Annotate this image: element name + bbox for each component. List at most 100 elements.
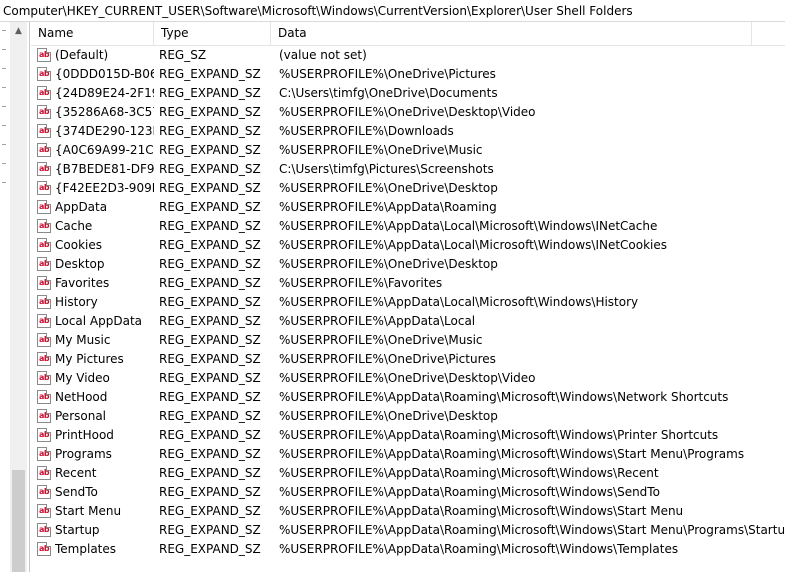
table-row[interactable]: ab Templates REG_EXPAND_SZ %USERPROFILE%\Ap…	[31, 540, 785, 559]
table-row[interactable]: ab Local AppData REG_EXPAND_SZ %USERPROFILE…	[31, 312, 785, 331]
value-type: REG_EXPAND_SZ	[159, 238, 261, 252]
string-value-icon: ab	[37, 257, 51, 271]
value-data: %USERPROFILE%\Downloads	[279, 124, 454, 138]
table-row[interactable]: ab Cache REG_EXPAND_SZ %USERPROFILE%\AppDat…	[31, 217, 785, 236]
tree-connector-lines	[0, 22, 10, 572]
table-row[interactable]: ab My Video REG_EXPAND_SZ %USERPROFILE%\One…	[31, 369, 785, 388]
string-value-icon: ab	[37, 67, 51, 81]
table-row[interactable]: ab AppData REG_EXPAND_SZ %USERPROFILE%\AppD…	[31, 198, 785, 217]
string-value-icon: ab	[37, 485, 51, 499]
table-row[interactable]: ab SendTo REG_EXPAND_SZ %USERPROFILE%\AppDa…	[31, 483, 785, 502]
value-name: Recent	[55, 466, 97, 480]
table-row[interactable]: ab My Music REG_EXPAND_SZ %USERPROFILE%\One…	[31, 331, 785, 350]
address-path: Computer\HKEY_CURRENT_USER\Software\Micr…	[3, 4, 633, 18]
string-value-icon: ab	[37, 143, 51, 157]
value-type: REG_EXPAND_SZ	[159, 333, 261, 347]
column-header-data[interactable]: Data	[271, 22, 752, 45]
address-bar[interactable]: Computer\HKEY_CURRENT_USER\Software\Micr…	[0, 0, 785, 22]
table-row[interactable]: ab {A0C69A99-21C... REG_EXPAND_SZ %USERPROF…	[31, 141, 785, 160]
value-type: REG_EXPAND_SZ	[159, 200, 261, 214]
table-row[interactable]: ab Favorites REG_EXPAND_SZ %USERPROFILE%\Fa…	[31, 274, 785, 293]
value-type: REG_EXPAND_SZ	[159, 67, 261, 81]
value-type: REG_EXPAND_SZ	[159, 162, 261, 176]
value-data: %USERPROFILE%\AppData\Roaming\Microsoft\…	[279, 447, 745, 461]
value-type: REG_EXPAND_SZ	[159, 257, 261, 271]
string-value-icon: ab	[37, 390, 51, 404]
value-type: REG_EXPAND_SZ	[159, 181, 261, 195]
value-type: REG_EXPAND_SZ	[159, 314, 261, 328]
string-value-icon: ab	[37, 542, 51, 556]
value-data: %USERPROFILE%\AppData\Local\Microsoft\Wi…	[279, 295, 639, 309]
value-name: Start Menu	[55, 504, 122, 518]
value-name: Local AppData	[55, 314, 143, 328]
value-name: {B7BEDE81-DF94...	[55, 162, 154, 176]
value-type: REG_SZ	[159, 48, 207, 62]
string-value-icon: ab	[37, 447, 51, 461]
table-row[interactable]: ab Cookies REG_EXPAND_SZ %USERPROFILE%\AppD…	[31, 236, 785, 255]
table-row[interactable]: ab Start Menu REG_EXPAND_SZ %USERPROFILE%\A…	[31, 502, 785, 521]
table-row[interactable]: ab NetHood REG_EXPAND_SZ %USERPROFILE%\AppD…	[31, 388, 785, 407]
value-data: %USERPROFILE%\AppData\Roaming\Microsoft\…	[279, 504, 684, 518]
value-type: REG_EXPAND_SZ	[159, 504, 261, 518]
table-row[interactable]: ab Desktop REG_EXPAND_SZ %USERPROFILE%\OneD…	[31, 255, 785, 274]
string-value-icon: ab	[37, 428, 51, 442]
table-row[interactable]: ab {24D89E24-2F19... REG_EXPAND_SZ C:\Users…	[31, 84, 785, 103]
column-header-name[interactable]: Name	[31, 22, 154, 45]
value-type: REG_EXPAND_SZ	[159, 143, 261, 157]
value-name: {A0C69A99-21C...	[55, 143, 154, 157]
value-data: %USERPROFILE%\AppData\Local\Microsoft\Wi…	[279, 219, 658, 233]
string-value-icon: ab	[37, 276, 51, 290]
values-list[interactable]: Name Type Data ab (Default) REG_SZ (value n…	[31, 22, 785, 572]
scroll-up-arrow-icon[interactable]: ▲	[10, 22, 27, 39]
value-type: REG_EXPAND_SZ	[159, 428, 261, 442]
value-name: Startup	[55, 523, 100, 537]
table-row[interactable]: ab Startup REG_EXPAND_SZ %USERPROFILE%\AppD…	[31, 521, 785, 540]
table-row[interactable]: ab {F42EE2D3-909F... REG_EXPAND_SZ %USERPRO…	[31, 179, 785, 198]
table-row[interactable]: ab {0DDD015D-B06... REG_EXPAND_SZ %USERPROF…	[31, 65, 785, 84]
table-row[interactable]: ab PrintHood REG_EXPAND_SZ %USERPROFILE%\Ap…	[31, 426, 785, 445]
table-row[interactable]: ab My Pictures REG_EXPAND_SZ %USERPROFILE%\…	[31, 350, 785, 369]
value-type: REG_EXPAND_SZ	[159, 447, 261, 461]
value-name: Cookies	[55, 238, 102, 252]
value-data: C:\Users\timfg\OneDrive\Documents	[279, 86, 498, 100]
list-header: Name Type Data	[31, 22, 785, 46]
value-type: REG_EXPAND_SZ	[159, 409, 261, 423]
table-row[interactable]: ab (Default) REG_SZ (value not set)	[31, 46, 785, 65]
value-name: My Video	[55, 371, 110, 385]
value-data: %USERPROFILE%\OneDrive\Music	[279, 333, 483, 347]
table-row[interactable]: ab Recent REG_EXPAND_SZ %USERPROFILE%\AppDa…	[31, 464, 785, 483]
value-data: %USERPROFILE%\OneDrive\Pictures	[279, 67, 496, 81]
table-row[interactable]: ab {374DE290-123F... REG_EXPAND_SZ %USERPRO…	[31, 122, 785, 141]
value-name: Cache	[55, 219, 93, 233]
string-value-icon: ab	[37, 504, 51, 518]
value-data: C:\Users\timfg\Pictures\Screenshots	[279, 162, 494, 176]
string-value-icon: ab	[37, 200, 51, 214]
string-value-icon: ab	[37, 219, 51, 233]
scrollbar-thumb[interactable]	[12, 470, 25, 572]
value-name: Desktop	[55, 257, 105, 271]
table-row[interactable]: ab {35286A68-3C57... REG_EXPAND_SZ %USERPRO…	[31, 103, 785, 122]
value-type: REG_EXPAND_SZ	[159, 485, 261, 499]
value-data: %USERPROFILE%\AppData\Roaming\Microsoft\…	[279, 428, 719, 442]
value-data: %USERPROFILE%\OneDrive\Music	[279, 143, 483, 157]
value-name: History	[55, 295, 98, 309]
value-type: REG_EXPAND_SZ	[159, 276, 261, 290]
table-row[interactable]: ab Personal REG_EXPAND_SZ %USERPROFILE%\One…	[31, 407, 785, 426]
value-type: REG_EXPAND_SZ	[159, 523, 261, 537]
string-value-icon: ab	[37, 181, 51, 195]
string-value-icon: ab	[37, 162, 51, 176]
value-data: %USERPROFILE%\AppData\Roaming\Microsoft\…	[279, 523, 785, 537]
table-row[interactable]: ab Programs REG_EXPAND_SZ %USERPROFILE%\App…	[31, 445, 785, 464]
string-value-icon: ab	[37, 124, 51, 138]
tree-scrollbar[interactable]: ▲	[10, 22, 27, 572]
string-value-icon: ab	[37, 466, 51, 480]
column-header-type[interactable]: Type	[154, 22, 271, 45]
value-data: %USERPROFILE%\OneDrive\Desktop	[279, 409, 498, 423]
table-row[interactable]: ab History REG_EXPAND_SZ %USERPROFILE%\AppD…	[31, 293, 785, 312]
table-row[interactable]: ab {B7BEDE81-DF94... REG_EXPAND_SZ C:\Users…	[31, 160, 785, 179]
tree-pane[interactable]: ▲	[0, 22, 30, 572]
value-name: {0DDD015D-B06...	[55, 67, 154, 81]
value-name: Programs	[55, 447, 112, 461]
value-type: REG_EXPAND_SZ	[159, 86, 261, 100]
value-name: {24D89E24-2F19...	[55, 86, 154, 100]
